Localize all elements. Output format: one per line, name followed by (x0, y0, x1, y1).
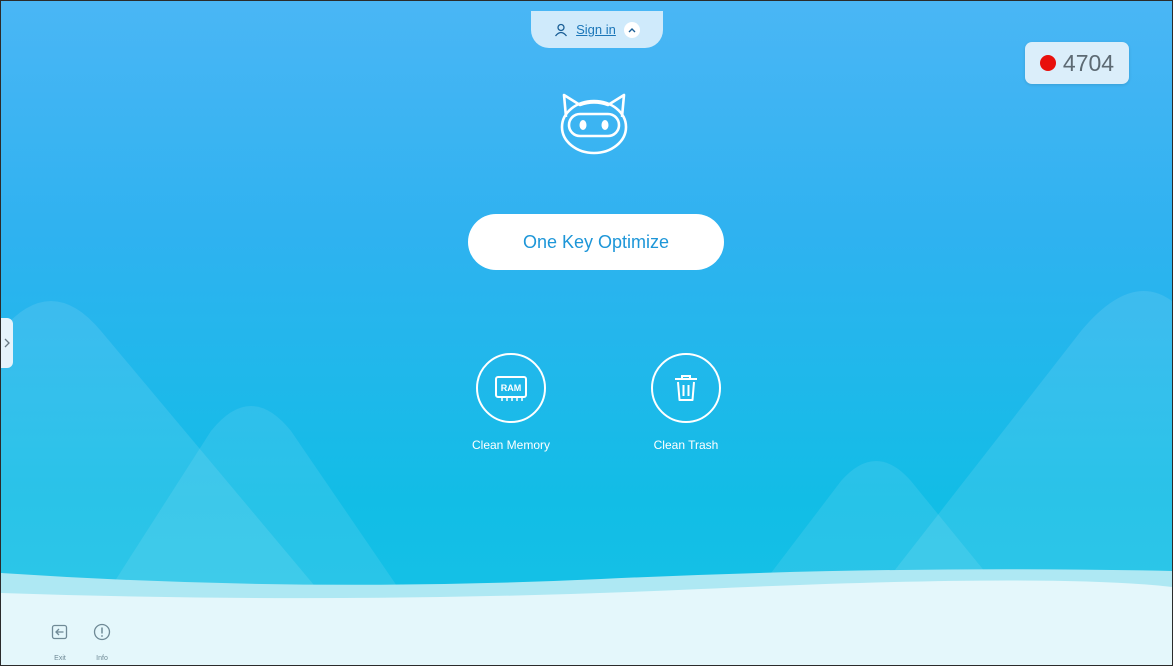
exit-button[interactable]: Exit (45, 623, 75, 662)
info-label: Info (96, 655, 108, 662)
chevron-up-icon[interactable] (623, 21, 640, 38)
info-button[interactable]: Info (87, 623, 117, 662)
ram-chip-icon: RAM (476, 353, 546, 423)
clean-trash-button[interactable]: Clean Trash (631, 353, 741, 452)
sign-in-label[interactable]: Sign in (576, 22, 616, 37)
robot-cat-mascot-icon (560, 93, 628, 155)
exit-label: Exit (54, 655, 66, 662)
app-window: Sign in 4704 One Key Optimize RAM Clean … (0, 0, 1173, 666)
info-icon (93, 623, 111, 641)
exit-icon (51, 624, 68, 640)
svg-text:RAM: RAM (501, 383, 522, 393)
trash-icon (651, 353, 721, 423)
person-icon (555, 23, 568, 36)
chevron-right-icon (4, 338, 10, 348)
one-key-optimize-button[interactable]: One Key Optimize (468, 214, 724, 270)
sign-in-button[interactable]: Sign in (531, 11, 663, 48)
clean-trash-label: Clean Trash (653, 438, 719, 452)
counter-value: 4704 (1062, 49, 1115, 76)
record-dot-icon (1039, 55, 1056, 71)
clean-memory-button[interactable]: RAM Clean Memory (456, 353, 566, 452)
side-panel-handle[interactable] (1, 318, 13, 368)
recording-counter: 4704 (1025, 42, 1129, 84)
clean-memory-label: Clean Memory (471, 438, 551, 452)
